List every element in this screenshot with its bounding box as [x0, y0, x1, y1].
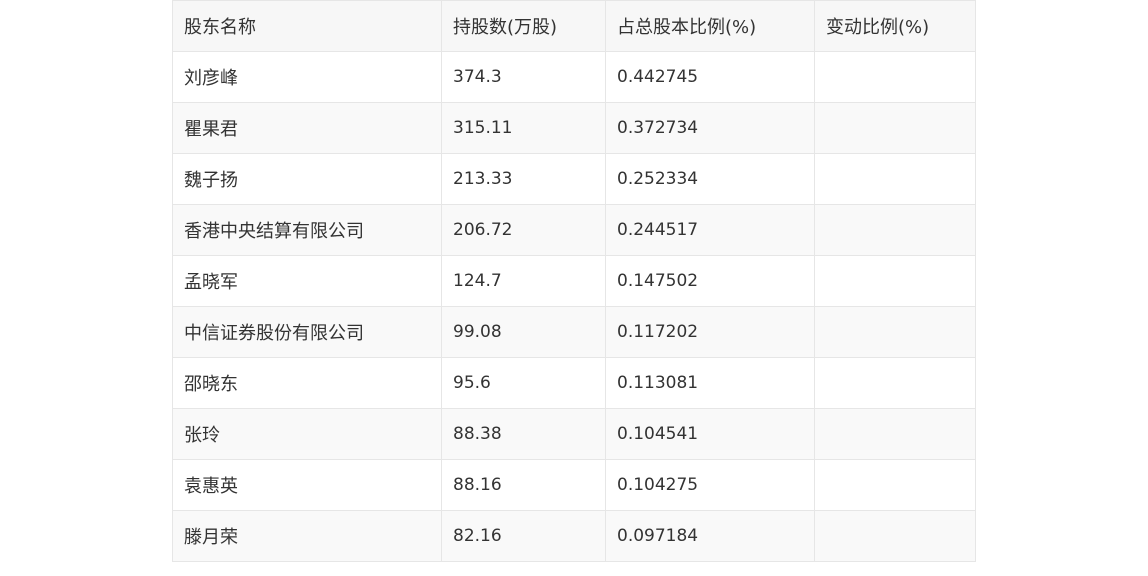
cell-change: [814, 306, 976, 358]
cell-name: 刘彦峰: [172, 51, 442, 103]
table-row: 滕月荣 82.16 0.097184: [172, 510, 976, 562]
cell-name: 魏子扬: [172, 153, 442, 205]
cell-shares: 315.11: [441, 102, 606, 154]
cell-change: [814, 102, 976, 154]
header-shares: 持股数(万股): [441, 0, 606, 52]
header-ratio: 占总股本比例(%): [605, 0, 815, 52]
cell-name: 袁惠英: [172, 459, 442, 511]
cell-name: 香港中央结算有限公司: [172, 204, 442, 256]
cell-ratio: 0.442745: [605, 51, 815, 103]
table-row: 孟晓军 124.7 0.147502: [172, 255, 976, 307]
table-row: 中信证券股份有限公司 99.08 0.117202: [172, 306, 976, 358]
cell-shares: 206.72: [441, 204, 606, 256]
header-shareholder-name: 股东名称: [172, 0, 442, 52]
cell-shares: 99.08: [441, 306, 606, 358]
cell-shares: 82.16: [441, 510, 606, 562]
header-row: 股东名称 持股数(万股) 占总股本比例(%) 变动比例(%): [172, 0, 976, 52]
cell-ratio: 0.252334: [605, 153, 815, 205]
cell-shares: 95.6: [441, 357, 606, 409]
cell-change: [814, 51, 976, 103]
cell-shares: 374.3: [441, 51, 606, 103]
shareholder-table: 股东名称 持股数(万股) 占总股本比例(%) 变动比例(%) 刘彦峰 374.3…: [172, 0, 976, 562]
cell-change: [814, 204, 976, 256]
cell-change: [814, 459, 976, 511]
table-row: 香港中央结算有限公司 206.72 0.244517: [172, 204, 976, 256]
shareholder-table-container: 股东名称 持股数(万股) 占总股本比例(%) 变动比例(%) 刘彦峰 374.3…: [172, 0, 976, 562]
cell-name: 邵晓东: [172, 357, 442, 409]
cell-name: 瞿果君: [172, 102, 442, 154]
cell-ratio: 0.372734: [605, 102, 815, 154]
cell-name: 孟晓军: [172, 255, 442, 307]
cell-ratio: 0.104275: [605, 459, 815, 511]
cell-change: [814, 408, 976, 460]
table-row: 刘彦峰 374.3 0.442745: [172, 51, 976, 103]
cell-ratio: 0.147502: [605, 255, 815, 307]
header-change: 变动比例(%): [814, 0, 976, 52]
cell-name: 中信证券股份有限公司: [172, 306, 442, 358]
cell-shares: 88.38: [441, 408, 606, 460]
cell-shares: 124.7: [441, 255, 606, 307]
cell-change: [814, 510, 976, 562]
cell-name: 滕月荣: [172, 510, 442, 562]
table-row: 袁惠英 88.16 0.104275: [172, 459, 976, 511]
table-row: 魏子扬 213.33 0.252334: [172, 153, 976, 205]
cell-change: [814, 357, 976, 409]
cell-change: [814, 153, 976, 205]
cell-ratio: 0.117202: [605, 306, 815, 358]
cell-ratio: 0.244517: [605, 204, 815, 256]
table-row: 张玲 88.38 0.104541: [172, 408, 976, 460]
cell-name: 张玲: [172, 408, 442, 460]
cell-ratio: 0.104541: [605, 408, 815, 460]
cell-change: [814, 255, 976, 307]
table-body: 刘彦峰 374.3 0.442745 瞿果君 315.11 0.372734 魏…: [172, 51, 976, 562]
table-row: 瞿果君 315.11 0.372734: [172, 102, 976, 154]
cell-shares: 88.16: [441, 459, 606, 511]
table-header: 股东名称 持股数(万股) 占总股本比例(%) 变动比例(%): [172, 0, 976, 52]
cell-ratio: 0.097184: [605, 510, 815, 562]
cell-shares: 213.33: [441, 153, 606, 205]
table-row: 邵晓东 95.6 0.113081: [172, 357, 976, 409]
cell-ratio: 0.113081: [605, 357, 815, 409]
